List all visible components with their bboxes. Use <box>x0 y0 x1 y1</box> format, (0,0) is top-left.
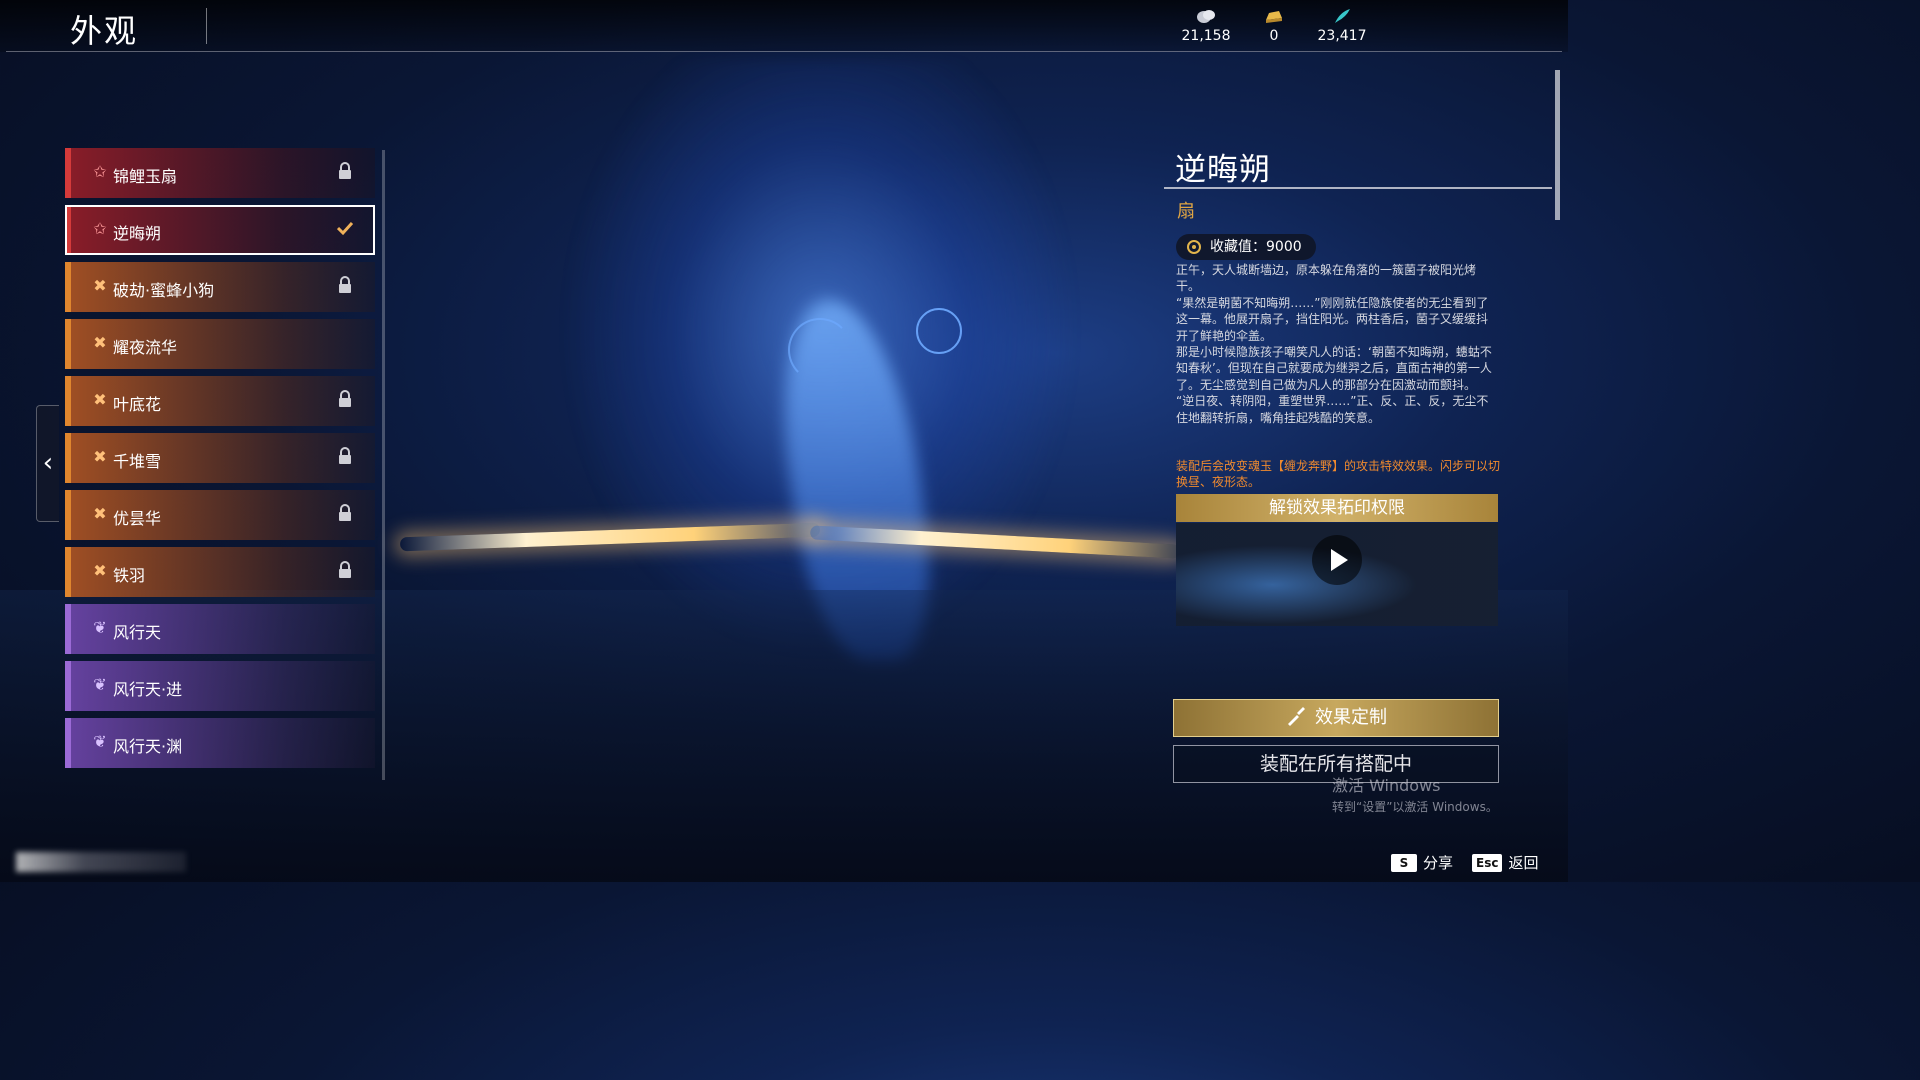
list-item-label: 风行天·进 <box>113 680 183 699</box>
star-icon: ✩ <box>93 162 107 181</box>
list-item-label: 风行天 <box>113 623 162 642</box>
list-item[interactable]: ❦ 风行天·进 <box>65 661 375 711</box>
page-title: 外观 <box>70 12 139 50</box>
effect-note: 装配后会改变魂玉【缠龙奔野】的攻击特效效果。闪步可以切换昼、夜形态。 <box>1176 459 1501 489</box>
list-item[interactable]: ✩ 逆晦朔 <box>65 205 375 255</box>
list-item[interactable]: ✖ 优昙华 <box>65 490 375 540</box>
play-icon <box>1331 549 1348 571</box>
list-item[interactable]: ✖ 破劫·蜜蜂小狗 <box>65 262 375 312</box>
list-item-label: 破劫·蜜蜂小狗 <box>113 281 215 300</box>
item-description: 正午，天人城断墙边，原本躲在角落的一簇菌子被阳光烤干。 “果然是朝菌不知晦朔……… <box>1176 262 1498 426</box>
blurred-player-id <box>16 852 186 872</box>
description-paragraph: “果然是朝菌不知晦朔……”刚刚就任隐族使者的无尘看到了这一幕。他展开扇子，挡住阳… <box>1176 295 1489 343</box>
lock-icon <box>339 276 351 293</box>
cross-icon: ✖ <box>93 504 107 523</box>
currency-feathers: 23,417 <box>1302 8 1382 44</box>
currency-ingots-value: 0 <box>1269 28 1279 44</box>
list-item-label: 优昙华 <box>113 509 162 528</box>
gold-ingot-icon <box>1266 11 1282 23</box>
share-label: 分享 <box>1423 854 1454 872</box>
play-button[interactable] <box>1312 535 1362 585</box>
cross-icon: ✖ <box>93 276 107 295</box>
chevron-left-icon: ‹ <box>42 448 54 478</box>
brush-icon <box>1288 707 1305 726</box>
description-paragraph: “逆日夜、转阴阳，重塑世界……”正、反、正、反，无尘不住地翻转折扇，嘴角挂起残酷… <box>1176 394 1489 425</box>
item-type: 扇 <box>1177 201 1195 222</box>
wing-icon: ❦ <box>93 618 107 637</box>
collection-icon <box>1187 240 1201 254</box>
back-label: 返回 <box>1508 854 1539 872</box>
scrollbar-thumb[interactable] <box>1555 70 1560 220</box>
cross-icon: ✖ <box>93 333 107 352</box>
windows-activation-watermark: 激活 Windows 转到“设置”以激活 Windows。 <box>1332 772 1498 815</box>
collapse-panel-button[interactable]: ‹ <box>36 405 59 522</box>
top-bar: 外观 21,158 0 23,417 <box>0 0 1568 52</box>
list-item[interactable]: ✖ 千堆雪 <box>65 433 375 483</box>
effect-preview-video[interactable] <box>1176 523 1498 626</box>
currency-coins-value: 21,158 <box>1181 28 1231 44</box>
share-key: S <box>1391 854 1417 872</box>
description-paragraph: 那是小时候隐族孩子嘲笑凡人的话：‘朝菌不知晦朔，蟪蛄不知春秋’。但现在自己就要成… <box>1176 345 1492 392</box>
cross-icon: ✖ <box>93 390 107 409</box>
arc-ring <box>788 318 852 382</box>
list-scrollbar[interactable] <box>382 150 385 780</box>
lock-icon <box>339 162 351 179</box>
list-item[interactable]: ✩ 锦鲤玉扇 <box>65 148 375 198</box>
description-paragraph: 正午，天人城断墙边，原本躲在角落的一簇菌子被阳光烤干。 <box>1176 263 1477 294</box>
wing-icon: ❦ <box>93 732 107 751</box>
effect-customize-button[interactable]: 效果定制 <box>1173 699 1499 737</box>
unlock-effect-title: 解锁效果拓印权限 <box>1176 494 1498 522</box>
list-item[interactable]: ❦ 风行天·渊 <box>65 718 375 768</box>
star-icon: ✩ <box>93 219 107 238</box>
coin-pouch-icon <box>1197 10 1215 23</box>
list-item[interactable]: ✖ 叶底花 <box>65 376 375 426</box>
effect-customize-label: 效果定制 <box>1315 707 1387 728</box>
item-name: 逆晦朔 <box>1175 152 1271 188</box>
list-item-label: 锦鲤玉扇 <box>113 167 178 186</box>
collection-value: 收藏值：9000 <box>1210 239 1302 255</box>
feather-icon <box>1335 9 1350 23</box>
list-item-label: 叶底花 <box>113 395 162 414</box>
watermark-line2: 转到“设置”以激活 Windows。 <box>1332 800 1498 814</box>
wing-icon: ❦ <box>93 675 107 694</box>
list-item-label: 耀夜流华 <box>113 338 178 357</box>
back-key: Esc <box>1472 854 1503 872</box>
appearance-list: ✩ 锦鲤玉扇 ✩ 逆晦朔 ✖ 破劫·蜜蜂小狗 ✖ 耀夜流华 ✖ 叶底花 ✖ 千堆雪 ✖ 优昙华 ✖ 铁羽 ❦ 风行… <box>65 148 375 775</box>
collection-value-badge: 收藏值：9000 <box>1176 234 1316 260</box>
checkmark-icon <box>337 221 353 236</box>
list-item[interactable]: ❦ 风行天 <box>65 604 375 654</box>
lock-icon <box>339 447 351 464</box>
top-divider-line <box>6 51 1562 52</box>
list-item[interactable]: ✖ 铁羽 <box>65 547 375 597</box>
watermark-line1: 激活 Windows <box>1332 776 1441 795</box>
detail-scrollbar[interactable] <box>1555 70 1560 220</box>
list-item[interactable]: ✖ 耀夜流华 <box>65 319 375 369</box>
cross-icon: ✖ <box>93 561 107 580</box>
cross-icon: ✖ <box>93 447 107 466</box>
back-hint[interactable]: Esc 返回 <box>1472 852 1538 873</box>
list-item-label: 逆晦朔 <box>113 224 162 243</box>
lock-icon <box>339 390 351 407</box>
list-item-label: 风行天·渊 <box>113 737 183 756</box>
list-item-label: 铁羽 <box>113 566 146 585</box>
target-ring <box>916 308 962 354</box>
share-hint[interactable]: S 分享 <box>1391 852 1453 873</box>
list-item-label: 千堆雪 <box>113 452 162 471</box>
lock-icon <box>339 504 351 521</box>
lock-icon <box>339 561 351 578</box>
name-underline <box>1164 187 1552 189</box>
currency-feathers-value: 23,417 <box>1317 28 1367 44</box>
title-divider <box>206 8 207 44</box>
